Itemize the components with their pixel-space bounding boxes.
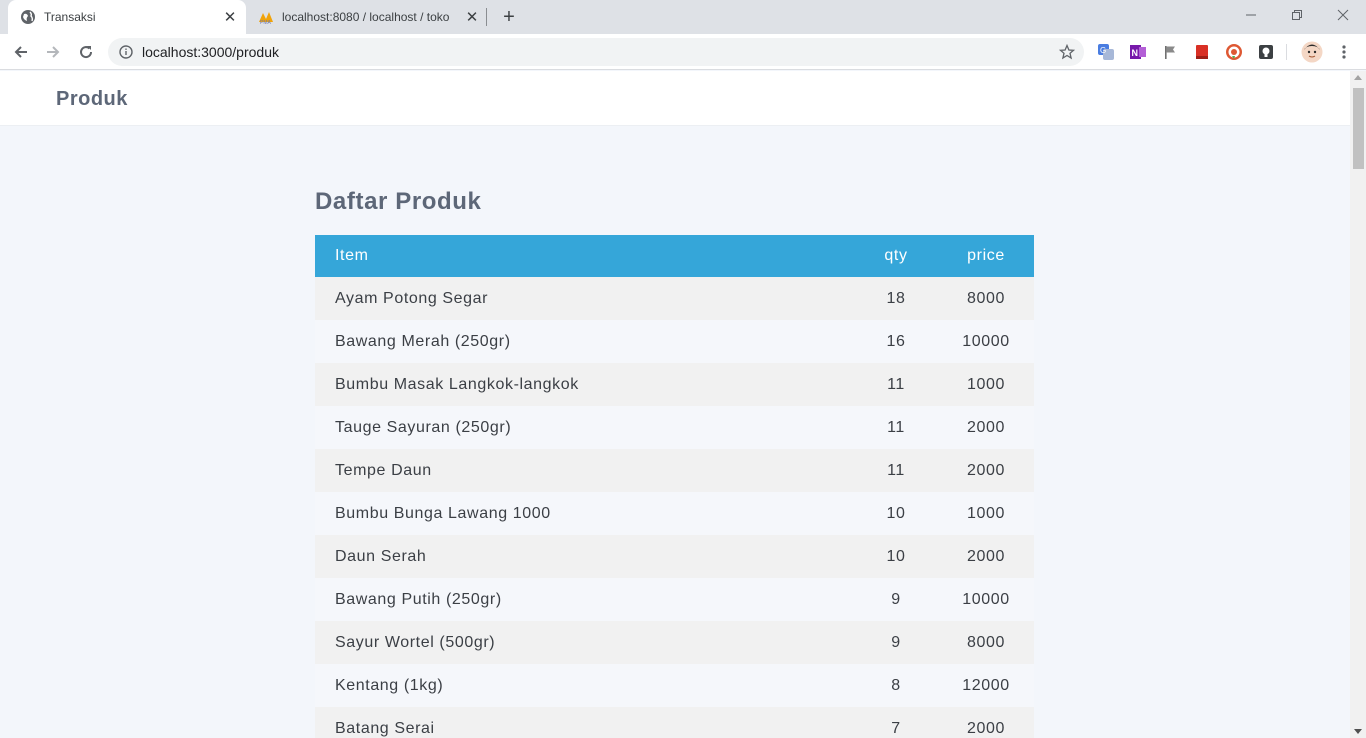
column-header-price: price bbox=[967, 247, 1005, 264]
cell-price: 10000 bbox=[962, 332, 1010, 350]
phpmyadmin-icon: PMA bbox=[258, 9, 274, 25]
column-header-qty: qty bbox=[884, 247, 908, 264]
product-table: Item qty price Ayam Potong Segar 18 8000… bbox=[315, 235, 1034, 738]
navbar-brand[interactable]: Produk bbox=[56, 88, 128, 111]
table-row: Bawang Merah (250gr) 16 10000 bbox=[315, 320, 1034, 363]
tab-transaksi[interactable]: Transaksi ✕ bbox=[8, 0, 246, 34]
svg-text:PMA: PMA bbox=[260, 20, 272, 25]
cell-item: Tauge Sayuran (250gr) bbox=[335, 418, 512, 436]
cell-qty: 18 bbox=[886, 289, 906, 307]
cell-price: 2000 bbox=[967, 547, 1005, 565]
table-row: Bumbu Bunga Lawang 1000 10 1000 bbox=[315, 492, 1034, 535]
cell-item: Bumbu Masak Langkok-langkok bbox=[335, 375, 579, 393]
scrollbar-thumb[interactable] bbox=[1353, 88, 1364, 169]
cell-item: Tempe Daun bbox=[335, 461, 432, 479]
svg-text:N: N bbox=[1132, 48, 1139, 58]
cell-item: Batang Serai bbox=[335, 719, 435, 737]
globe-icon bbox=[20, 9, 36, 25]
table-row: Ayam Potong Segar 18 8000 bbox=[315, 277, 1034, 320]
reload-icon[interactable] bbox=[73, 39, 99, 65]
table-header-row: Item qty price bbox=[315, 235, 1034, 277]
lightbulb-icon[interactable] bbox=[1256, 42, 1276, 62]
cell-item: Daun Serah bbox=[335, 547, 427, 565]
onenote-icon[interactable]: N bbox=[1128, 42, 1148, 62]
address-bar[interactable]: localhost:3000/produk bbox=[108, 38, 1084, 66]
table-row: Bumbu Masak Langkok-langkok 11 1000 bbox=[315, 363, 1034, 406]
cell-item: Sayur Wortel (500gr) bbox=[335, 633, 496, 651]
cell-qty: 10 bbox=[886, 504, 906, 522]
main-content: Daftar Produk Item qty price Ayam Potong… bbox=[315, 188, 1035, 738]
cell-price: 8000 bbox=[967, 633, 1005, 651]
cell-qty: 11 bbox=[887, 461, 905, 479]
tab-title: localhost:8080 / localhost / toko bbox=[282, 10, 450, 24]
cell-price: 2000 bbox=[967, 719, 1005, 737]
table-row: Kentang (1kg) 8 12000 bbox=[315, 664, 1034, 707]
tab-phpmyadmin[interactable]: PMA localhost:8080 / localhost / toko ✕ bbox=[250, 0, 488, 34]
toolbar-divider bbox=[1286, 44, 1287, 60]
browser-tab-strip: Transaksi ✕ PMA localhost:8080 / localho… bbox=[0, 0, 1366, 34]
cell-price: 2000 bbox=[967, 418, 1005, 436]
kebab-menu-icon[interactable] bbox=[1334, 42, 1354, 62]
vertical-scrollbar[interactable] bbox=[1350, 71, 1366, 738]
minimize-icon[interactable] bbox=[1228, 0, 1274, 30]
cell-item: Kentang (1kg) bbox=[335, 676, 444, 694]
cell-qty: 11 bbox=[887, 418, 905, 436]
cell-qty: 16 bbox=[886, 332, 906, 350]
page-viewport: Produk Daftar Produk Item qty price Ayam… bbox=[0, 71, 1350, 738]
table-row: Tauge Sayuran (250gr) 11 2000 bbox=[315, 406, 1034, 449]
cell-price: 2000 bbox=[967, 461, 1005, 479]
table-row: Batang Serai 7 2000 bbox=[315, 707, 1034, 738]
close-tab-icon[interactable]: ✕ bbox=[462, 7, 482, 27]
scroll-down-arrow-icon[interactable] bbox=[1354, 729, 1362, 734]
bookmark-red-icon[interactable] bbox=[1192, 42, 1212, 62]
cell-item: Ayam Potong Segar bbox=[335, 289, 489, 307]
cell-price: 8000 bbox=[967, 289, 1005, 307]
column-header-item: Item bbox=[335, 247, 369, 264]
close-tab-icon[interactable]: ✕ bbox=[220, 7, 240, 27]
cell-item: Bawang Putih (250gr) bbox=[335, 590, 502, 608]
cell-qty: 7 bbox=[891, 719, 901, 737]
cell-qty: 9 bbox=[891, 590, 901, 608]
cell-qty: 11 bbox=[887, 375, 905, 393]
tab-title: Transaksi bbox=[44, 10, 96, 24]
translate-icon[interactable]: G bbox=[1096, 42, 1116, 62]
table-row: Daun Serah 10 2000 bbox=[315, 535, 1034, 578]
browser-toolbar: localhost:3000/produk G N bbox=[0, 34, 1366, 70]
cell-price: 12000 bbox=[962, 676, 1010, 694]
back-arrow-icon[interactable] bbox=[8, 39, 34, 65]
page-title: Daftar Produk bbox=[315, 188, 482, 215]
close-window-icon[interactable] bbox=[1320, 0, 1366, 30]
tab-divider bbox=[486, 8, 487, 26]
restore-icon[interactable] bbox=[1274, 0, 1320, 30]
cell-qty: 9 bbox=[891, 633, 901, 651]
cell-qty: 8 bbox=[891, 676, 901, 694]
svg-text:G: G bbox=[1100, 46, 1106, 55]
scroll-up-arrow-icon[interactable] bbox=[1354, 75, 1362, 80]
cell-qty: 10 bbox=[886, 547, 906, 565]
new-tab-button[interactable]: + bbox=[498, 6, 520, 28]
flag-icon[interactable] bbox=[1160, 42, 1180, 62]
table-row: Tempe Daun 11 2000 bbox=[315, 449, 1034, 492]
cell-item: Bumbu Bunga Lawang 1000 bbox=[335, 504, 551, 522]
cell-price: 10000 bbox=[962, 590, 1010, 608]
url-text: localhost:3000/produk bbox=[142, 44, 279, 60]
table-row: Bawang Putih (250gr) 9 10000 bbox=[315, 578, 1034, 621]
forward-arrow-icon[interactable] bbox=[40, 39, 66, 65]
app-navbar: Produk bbox=[0, 71, 1350, 126]
cell-price: 1000 bbox=[967, 504, 1005, 522]
cell-price: 1000 bbox=[967, 375, 1005, 393]
cell-item: Bawang Merah (250gr) bbox=[335, 332, 511, 350]
star-bookmark-icon[interactable] bbox=[1058, 43, 1076, 61]
duckduckgo-icon[interactable] bbox=[1224, 42, 1244, 62]
profile-avatar[interactable] bbox=[1300, 40, 1324, 64]
info-icon[interactable] bbox=[118, 44, 134, 60]
table-row: Sayur Wortel (500gr) 9 8000 bbox=[315, 621, 1034, 664]
